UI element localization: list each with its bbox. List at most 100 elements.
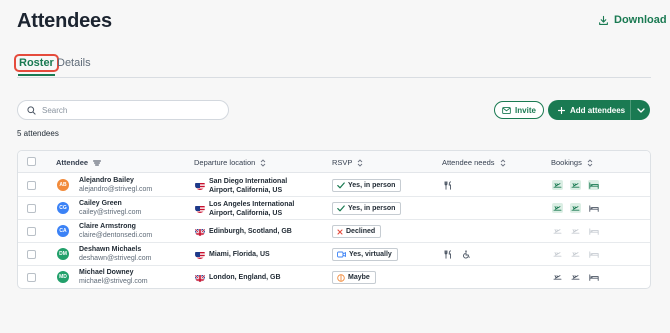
location-line-1: San Diego International [209, 178, 288, 185]
flight-icon[interactable] [570, 249, 581, 259]
flag-gb-icon [195, 272, 205, 282]
chevron-down-icon [636, 107, 645, 113]
check-icon [337, 182, 345, 189]
download-label: Download [614, 14, 667, 26]
rsvp-badge[interactable]: Yes, virtually [332, 248, 398, 261]
sort-filter-icon [93, 160, 102, 165]
tab-details[interactable]: Details [53, 54, 95, 72]
avatar: MD [57, 271, 69, 283]
flag-us-icon [195, 180, 205, 190]
row-checkbox[interactable] [27, 204, 36, 213]
video-icon [337, 251, 346, 258]
hotel-icon[interactable] [588, 180, 599, 190]
flight-icon[interactable] [552, 226, 563, 236]
header-needs-label: Attendee needs [442, 158, 495, 167]
departure-location: Los Angeles International Airport, Califo… [209, 200, 304, 218]
attendee-count: 5 attendees [17, 129, 59, 138]
header-rsvp[interactable]: RSVP [332, 158, 363, 167]
departure-location: Edinburgh, Scotland, GB [209, 227, 304, 236]
flag-gb-icon [195, 226, 205, 236]
header-departure[interactable]: Departure location [194, 158, 266, 167]
avatar-initials: AB [59, 182, 67, 188]
hotel-icon[interactable] [588, 249, 599, 259]
header-bookings[interactable]: Bookings [551, 158, 593, 167]
flight-icon[interactable] [570, 226, 581, 236]
header-rsvp-label: RSVP [332, 158, 353, 167]
table-header: Attendee Departure location RSVP Attende… [18, 151, 650, 173]
flight-icon[interactable] [552, 180, 563, 190]
avatar: DM [57, 248, 69, 260]
rsvp-badge[interactable]: Yes, in person [332, 179, 402, 192]
avatar-initials: CG [59, 205, 67, 211]
header-attendee-label: Attendee [56, 158, 89, 167]
sort-icon [500, 158, 505, 167]
row-checkbox[interactable] [27, 227, 36, 236]
flight-icon[interactable] [570, 203, 581, 213]
avatar-initials: CA [59, 228, 67, 234]
flight-icon[interactable] [552, 203, 563, 213]
tab-bar: Roster Details [14, 54, 651, 78]
flight-icon[interactable] [570, 180, 581, 190]
hotel-icon[interactable] [588, 272, 599, 282]
rsvp-badge[interactable]: Maybe [332, 271, 376, 284]
avatar-initials: MD [59, 274, 67, 280]
header-attendee[interactable]: Attendee [56, 158, 102, 167]
rsvp-badge[interactable]: Declined [332, 225, 382, 238]
table-row: AB Alejandro Bailey alejandro@strivegl.com… [18, 174, 650, 197]
attendee-email: michael@strivegl.com [79, 278, 148, 285]
header-needs[interactable]: Attendee needs [442, 158, 506, 167]
attendee-table: Attendee Departure location RSVP Attende… [17, 150, 651, 289]
departure-location: Miami, Florida, US [209, 250, 304, 259]
plus-icon [558, 106, 565, 114]
location-line-1: Edinburgh, Scotland, GB [209, 228, 292, 235]
avatar: CG [57, 202, 69, 214]
table-row: CG Cailey Green cailey@strivegl.com Los Ang… [18, 197, 650, 220]
flag-us-icon [195, 203, 205, 213]
rsvp-label: Yes, in person [348, 205, 396, 212]
attendee-email: alejandro@strivegl.com [79, 186, 153, 193]
mail-icon [502, 106, 511, 114]
location-line-1: Los Angeles International [209, 201, 295, 208]
rsvp-label: Maybe [348, 274, 370, 281]
download-button[interactable]: Download [598, 14, 667, 26]
rsvp-label: Yes, virtually [349, 251, 392, 258]
header-departure-label: Departure location [194, 158, 256, 167]
attendee-name[interactable]: Claire Armstrong [79, 223, 136, 230]
attendee-name[interactable]: Cailey Green [79, 200, 122, 207]
hotel-icon[interactable] [588, 203, 599, 213]
rsvp-badge[interactable]: Yes, in person [332, 202, 402, 215]
table-row: CA Claire Armstrong claire@dentonsedi.com E… [18, 220, 650, 243]
row-checkbox[interactable] [27, 181, 36, 190]
attendee-email: cailey@strivegl.com [79, 209, 142, 216]
search-box [17, 100, 229, 120]
attendee-email: claire@dentonsedi.com [79, 232, 153, 239]
flag-us-icon [195, 249, 205, 259]
rsvp-label: Yes, in person [348, 182, 396, 189]
search-input[interactable] [42, 105, 212, 115]
select-all-checkbox[interactable] [27, 157, 36, 166]
table-row: DM Deshawn Michaels deshawn@strivegl.com Mi… [18, 243, 650, 266]
flight-icon[interactable] [570, 272, 581, 282]
row-checkbox[interactable] [27, 273, 36, 282]
attendee-name[interactable]: Michael Downey [79, 269, 133, 276]
fork-knife-icon [443, 180, 454, 191]
rsvp-label: Declined [346, 228, 376, 235]
avatar: CA [57, 225, 69, 237]
attendee-name[interactable]: Deshawn Michaels [79, 246, 141, 253]
attendee-name[interactable]: Alejandro Bailey [79, 177, 134, 184]
wheelchair-icon [461, 249, 472, 260]
departure-location: San Diego International Airport, Californ… [209, 177, 304, 195]
add-attendees-main[interactable]: Add attendees [548, 100, 630, 120]
location-line-1: Miami, Florida, US [209, 251, 270, 258]
invite-button[interactable]: Invite [494, 101, 544, 119]
hotel-icon[interactable] [588, 226, 599, 236]
header-bookings-label: Bookings [551, 158, 582, 167]
row-checkbox[interactable] [27, 250, 36, 259]
sort-icon [358, 158, 363, 167]
flight-icon[interactable] [552, 272, 563, 282]
page-title: Attendees [17, 10, 112, 32]
flight-icon[interactable] [552, 249, 563, 259]
x-icon [337, 228, 343, 235]
add-attendees-dropdown[interactable] [631, 100, 650, 120]
download-icon [599, 15, 608, 25]
